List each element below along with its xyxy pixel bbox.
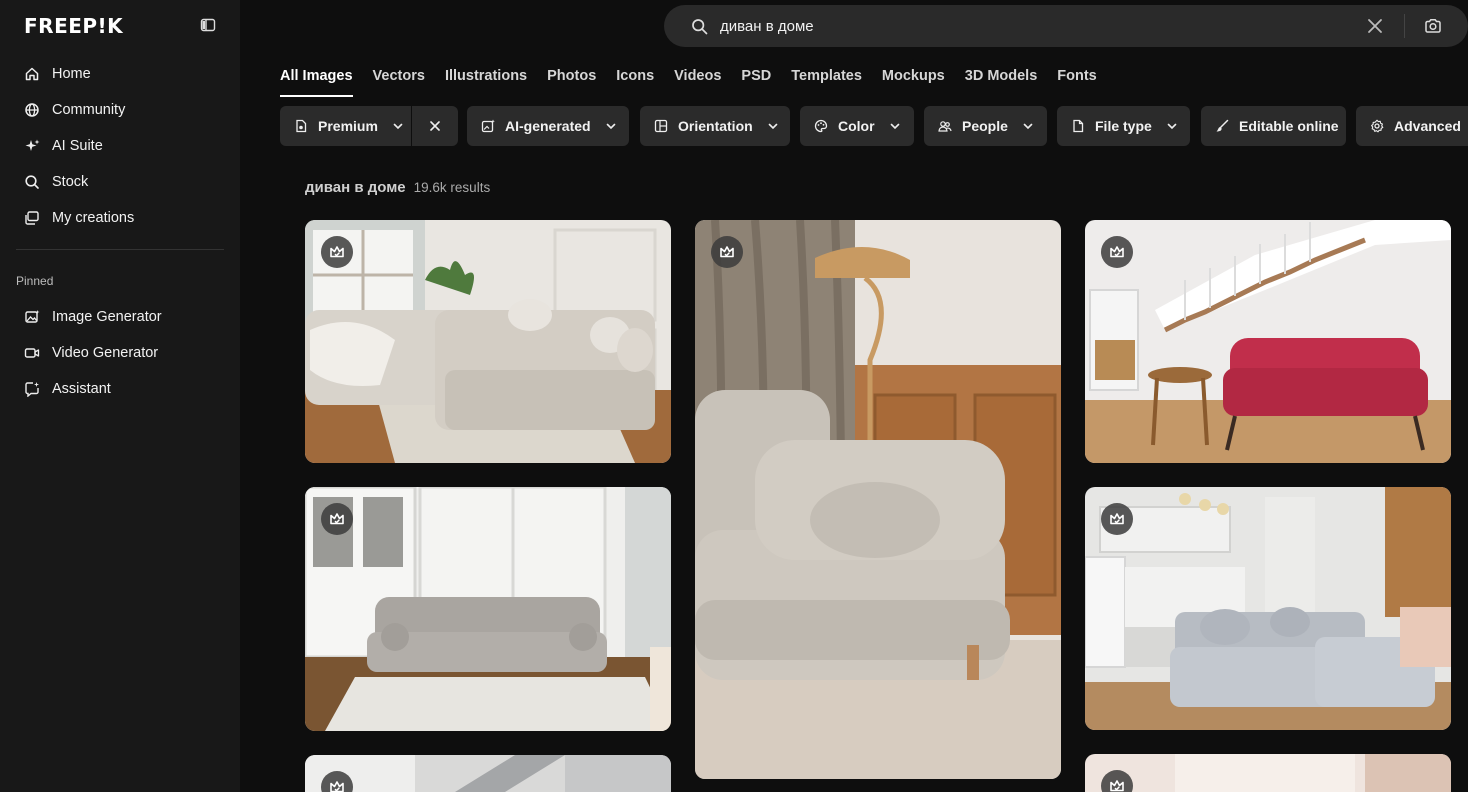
brush-icon bbox=[1215, 119, 1229, 133]
chevron-down-icon bbox=[393, 123, 403, 130]
sidebar-item-label: Community bbox=[52, 102, 126, 118]
ai-image-icon bbox=[481, 119, 495, 133]
pinned-nav: Image Generator Video Generator Assistan… bbox=[16, 299, 224, 407]
results-query: диван в доме bbox=[305, 179, 406, 196]
image-card[interactable] bbox=[1085, 220, 1451, 463]
premium-filter[interactable]: Premium bbox=[280, 106, 411, 146]
premium-crown-badge bbox=[711, 236, 743, 268]
sidebar-item-community[interactable]: Community bbox=[16, 92, 224, 128]
search-icon bbox=[691, 18, 708, 35]
search-separator bbox=[1404, 14, 1405, 38]
image-card[interactable] bbox=[1085, 754, 1451, 792]
close-icon bbox=[430, 121, 440, 131]
image-generator-icon bbox=[24, 309, 40, 325]
tab-mockups[interactable]: Mockups bbox=[882, 68, 945, 97]
home-icon bbox=[24, 66, 40, 82]
sidebar-item-label: Image Generator bbox=[52, 309, 162, 325]
sidebar-item-home[interactable]: Home bbox=[16, 56, 224, 92]
premium-crown-badge bbox=[1101, 503, 1133, 535]
sidebar: FREEP!K Home Community AI Suite Stock My… bbox=[0, 0, 240, 792]
sidebar-item-video-generator[interactable]: Video Generator bbox=[16, 335, 224, 371]
partial-photo bbox=[305, 755, 671, 792]
partial-photo bbox=[1085, 754, 1451, 792]
sidebar-item-label: Assistant bbox=[52, 381, 111, 397]
search-bar bbox=[664, 5, 1468, 47]
orientation-icon bbox=[654, 119, 668, 133]
ai-generated-filter[interactable]: AI-generated bbox=[467, 106, 629, 146]
premium-crown-badge bbox=[321, 503, 353, 535]
sofa-photo bbox=[305, 220, 671, 463]
image-card[interactable] bbox=[695, 220, 1061, 779]
tab-3d-models[interactable]: 3D Models bbox=[965, 68, 1038, 97]
chevron-down-icon bbox=[1023, 123, 1033, 130]
chevron-down-icon bbox=[890, 123, 899, 130]
sidebar-divider bbox=[16, 249, 224, 250]
grey-sofa-photo bbox=[305, 487, 671, 731]
search-input[interactable] bbox=[720, 13, 1320, 39]
tab-fonts[interactable]: Fonts bbox=[1057, 68, 1096, 97]
sparkles-icon bbox=[24, 138, 40, 154]
image-card[interactable] bbox=[305, 755, 671, 792]
premium-file-icon bbox=[294, 119, 308, 133]
color-filter[interactable]: Color bbox=[800, 106, 914, 146]
main-nav: Home Community AI Suite Stock My creatio… bbox=[16, 56, 224, 236]
sidebar-item-label: Stock bbox=[52, 174, 89, 190]
sidebar-item-label: My creations bbox=[52, 210, 135, 226]
image-card[interactable] bbox=[305, 487, 671, 731]
clear-premium-filter-button[interactable] bbox=[412, 106, 458, 146]
people-icon bbox=[938, 119, 952, 133]
tab-psd[interactable]: PSD bbox=[741, 68, 771, 97]
content-type-tabs: All Images Vectors Illustrations Photos … bbox=[280, 68, 1097, 97]
sidebar-toggle-icon[interactable] bbox=[200, 17, 216, 33]
sidebar-item-label: AI Suite bbox=[52, 138, 103, 154]
sidebar-item-ai-suite[interactable]: AI Suite bbox=[16, 128, 224, 164]
camera-icon[interactable] bbox=[1424, 17, 1442, 35]
editable-online-filter[interactable]: Editable online bbox=[1201, 106, 1346, 146]
tab-videos[interactable]: Videos bbox=[674, 68, 721, 97]
orientation-filter[interactable]: Orientation bbox=[640, 106, 790, 146]
gear-icon bbox=[1370, 119, 1384, 133]
chevron-down-icon bbox=[606, 123, 615, 130]
armchair-photo bbox=[695, 220, 1061, 779]
image-card[interactable] bbox=[305, 220, 671, 463]
sidebar-item-my-creations[interactable]: My creations bbox=[16, 200, 224, 236]
tab-illustrations[interactable]: Illustrations bbox=[445, 68, 527, 97]
tab-icons[interactable]: Icons bbox=[616, 68, 654, 97]
tab-all-images[interactable]: All Images bbox=[280, 68, 353, 97]
freepik-logo[interactable]: FREEP!K bbox=[24, 14, 123, 38]
results-count: 19.6k results bbox=[413, 180, 491, 195]
globe-icon bbox=[24, 102, 40, 118]
file-type-filter[interactable]: File type bbox=[1057, 106, 1190, 146]
sidebar-item-assistant[interactable]: Assistant bbox=[16, 371, 224, 407]
gallery-icon bbox=[24, 210, 40, 226]
palette-icon bbox=[814, 119, 828, 133]
premium-crown-badge bbox=[1101, 236, 1133, 268]
red-sofa-photo bbox=[1085, 220, 1451, 463]
results-header: диван в доме 19.6k results bbox=[305, 179, 490, 196]
video-icon bbox=[24, 345, 40, 361]
clear-search-icon[interactable] bbox=[1366, 17, 1384, 35]
sidebar-item-label: Home bbox=[52, 66, 91, 82]
pinned-section-title: Pinned bbox=[16, 274, 54, 288]
advanced-filter[interactable]: Advanced bbox=[1356, 106, 1468, 146]
file-icon bbox=[1071, 119, 1085, 133]
search-icon bbox=[24, 174, 40, 190]
tab-photos[interactable]: Photos bbox=[547, 68, 596, 97]
chevron-down-icon bbox=[1167, 123, 1177, 130]
studio-sofa-photo bbox=[1085, 487, 1451, 730]
chevron-down-icon bbox=[768, 123, 777, 130]
premium-crown-badge bbox=[321, 236, 353, 268]
sidebar-item-image-generator[interactable]: Image Generator bbox=[16, 299, 224, 335]
sidebar-item-label: Video Generator bbox=[52, 345, 159, 361]
tab-templates[interactable]: Templates bbox=[791, 68, 862, 97]
image-card[interactable] bbox=[1085, 487, 1451, 730]
sidebar-item-stock[interactable]: Stock bbox=[16, 164, 224, 200]
assistant-icon bbox=[24, 381, 40, 397]
people-filter[interactable]: People bbox=[924, 106, 1047, 146]
tab-vectors[interactable]: Vectors bbox=[373, 68, 425, 97]
